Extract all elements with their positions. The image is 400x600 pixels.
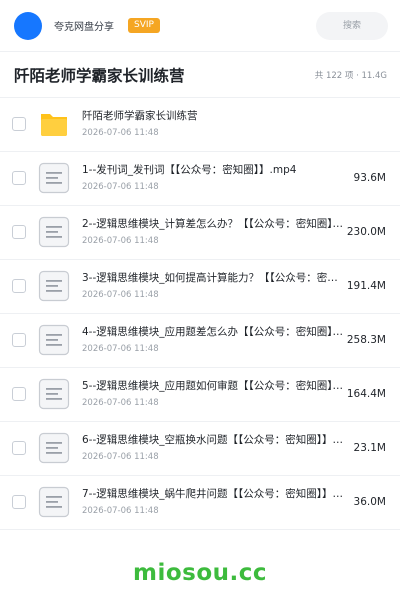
row-checkbox[interactable]: [12, 387, 26, 401]
file-date: 2026-07-06 11:48: [82, 290, 159, 300]
file-name: 4--逻辑思维模块_应用题差怎么办【【公众号：密知圈】】.mp4: [82, 326, 344, 338]
file-name: 阡陌老师学霸家长训练营: [82, 110, 198, 122]
avatar[interactable]: [14, 11, 42, 40]
file-date: 2026-07-06 11:48: [82, 344, 159, 354]
file-info: 5--逻辑思维模块_应用题如何审题【【公众号：密知圈】】.mp4 2026-07…: [82, 379, 344, 409]
list-item[interactable]: 5--逻辑思维模块_应用题如何审题【【公众号：密知圈】】.mp4 2026-07…: [0, 368, 400, 422]
row-checkbox[interactable]: [12, 279, 26, 293]
file-name: 5--逻辑思维模块_应用题如何审题【【公众号：密知圈】】.mp4: [82, 380, 344, 392]
file-size: 93.6M: [353, 172, 386, 184]
share-name: 夸克网盘分享: [54, 22, 114, 33]
row-checkbox[interactable]: [12, 171, 26, 185]
file-date: 2026-07-06 11:48: [82, 236, 159, 246]
file-info: 6--逻辑思维模块_空瓶换水问题【【公众号：密知圈】】.mp4 2026-07-…: [82, 433, 344, 463]
row-checkbox[interactable]: [12, 225, 26, 239]
list-item[interactable]: 6--逻辑思维模块_空瓶换水问题【【公众号：密知圈】】.mp4 2026-07-…: [0, 422, 400, 476]
file-doc-icon: [38, 324, 70, 356]
file-list: 阡陌老师学霸家长训练营 2026-07-06 11:48 1--发刊词_发刊词【…: [0, 98, 400, 530]
file-date: 2026-07-06 11:48: [82, 182, 159, 192]
file-doc-icon: [38, 162, 70, 194]
file-date: 2026-07-06 11:48: [82, 452, 159, 462]
file-name: 2--逻辑思维模块_计算差怎么办？【【公众号：密知圈】】.mp4: [82, 218, 344, 230]
file-date: 2026-07-06 11:48: [82, 398, 159, 408]
file-name: 3--逻辑思维模块_如何提高计算能力？【【公众号：密知圈】】.mp4: [82, 272, 344, 284]
file-name: 1--发刊词_发刊词【【公众号：密知圈】】.mp4: [82, 164, 297, 176]
watermark: miosou.cc: [132, 560, 268, 586]
list-item[interactable]: 7--逻辑思维模块_蜗牛爬井问题【【公众号：密知圈】】.mp4 2026-07-…: [0, 476, 400, 530]
file-size: 164.4M: [346, 388, 386, 400]
file-date: 2026-07-06 11:48: [82, 506, 159, 516]
file-doc-icon: [38, 270, 70, 302]
folder-icon: [41, 114, 67, 136]
list-item[interactable]: 阡陌老师学霸家长训练营 2026-07-06 11:48: [0, 98, 400, 152]
list-item[interactable]: 3--逻辑思维模块_如何提高计算能力？【【公众号：密知圈】】.mp4 2026-…: [0, 260, 400, 314]
file-info: 4--逻辑思维模块_应用题差怎么办【【公众号：密知圈】】.mp4 2026-07…: [82, 325, 344, 355]
row-checkbox[interactable]: [12, 441, 26, 455]
item-summary: 共 122 项 · 11.4G: [314, 70, 387, 81]
file-info: 7--逻辑思维模块_蜗牛爬井问题【【公众号：密知圈】】.mp4 2026-07-…: [82, 487, 344, 517]
file-size: 258.3M: [346, 334, 386, 346]
file-info: 3--逻辑思维模块_如何提高计算能力？【【公众号：密知圈】】.mp4 2026-…: [82, 271, 344, 301]
file-info: 阡陌老师学霸家长训练营 2026-07-06 11:48: [82, 109, 344, 139]
list-item[interactable]: 2--逻辑思维模块_计算差怎么办？【【公众号：密知圈】】.mp4 2026-07…: [0, 206, 400, 260]
page-title: 阡陌老师学霸家长训练营: [14, 66, 185, 85]
header: 夸克网盘分享 SVIP: [0, 0, 400, 52]
folder-title-row: 阡陌老师学霸家长训练营 共 122 项 · 11.4G: [0, 52, 400, 98]
file-size: 23.1M: [353, 442, 386, 454]
file-doc-icon: [38, 378, 70, 410]
file-name: 7--逻辑思维模块_蜗牛爬井问题【【公众号：密知圈】】.mp4: [82, 488, 344, 500]
row-checkbox[interactable]: [12, 495, 26, 509]
file-doc-icon: [38, 486, 70, 518]
file-size: 191.4M: [346, 280, 386, 292]
row-checkbox[interactable]: [12, 117, 26, 131]
file-doc-icon: [38, 432, 70, 464]
file-date: 2026-07-06 11:48: [82, 128, 159, 138]
file-size: 230.0M: [346, 226, 386, 238]
file-name: 6--逻辑思维模块_空瓶换水问题【【公众号：密知圈】】.mp4: [82, 434, 344, 446]
list-item[interactable]: 1--发刊词_发刊词【【公众号：密知圈】】.mp4 2026-07-06 11:…: [0, 152, 400, 206]
file-size: 36.0M: [353, 496, 386, 508]
row-checkbox[interactable]: [12, 333, 26, 347]
list-item[interactable]: 4--逻辑思维模块_应用题差怎么办【【公众号：密知圈】】.mp4 2026-07…: [0, 314, 400, 368]
file-info: 1--发刊词_发刊词【【公众号：密知圈】】.mp4 2026-07-06 11:…: [82, 163, 344, 193]
svip-badge: SVIP: [128, 18, 160, 33]
search-input[interactable]: [316, 11, 388, 40]
file-info: 2--逻辑思维模块_计算差怎么办？【【公众号：密知圈】】.mp4 2026-07…: [82, 217, 344, 247]
file-doc-icon: [38, 216, 70, 248]
